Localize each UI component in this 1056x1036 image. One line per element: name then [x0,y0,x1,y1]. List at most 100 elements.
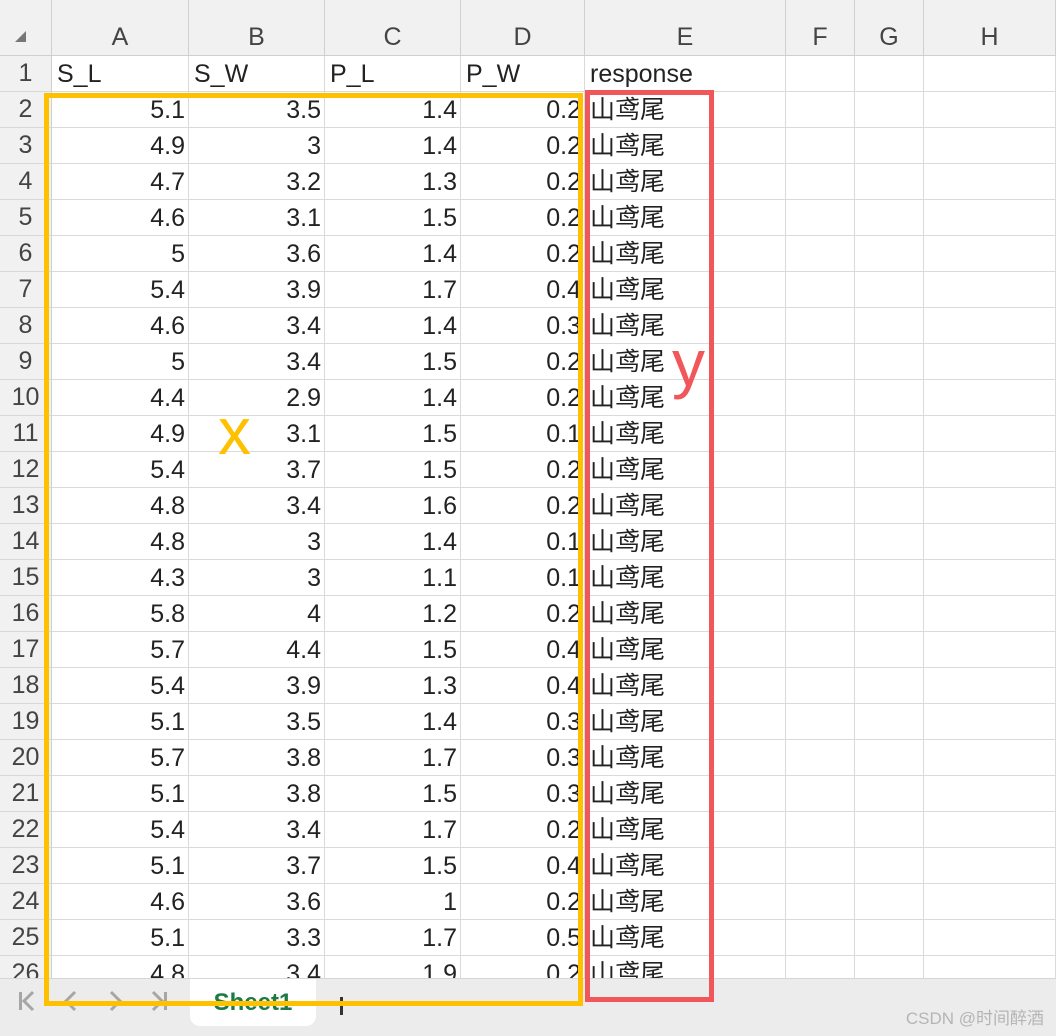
cell-e17[interactable]: 山鸢尾 [585,632,786,668]
row-header-7[interactable]: 7 [0,272,52,308]
cell-c23[interactable]: 1.5 [325,848,461,884]
cell-b2[interactable]: 3.5 [189,92,325,128]
row-header-12[interactable]: 12 [0,452,52,488]
cell-g9[interactable] [855,344,924,380]
row-header-14[interactable]: 14 [0,524,52,560]
row-header-1[interactable]: 1 [0,56,52,92]
cell-f5[interactable] [786,200,855,236]
cell-f24[interactable] [786,884,855,920]
header-cell-b[interactable]: S_W [189,56,325,92]
cell-d24[interactable]: 0.2 [461,884,585,920]
cell-f26[interactable] [786,956,855,978]
cell-a26[interactable]: 4.8 [52,956,189,978]
cell-a9[interactable]: 5 [52,344,189,380]
cell-h10[interactable] [924,380,1056,416]
row-header-23[interactable]: 23 [0,848,52,884]
cell-a3[interactable]: 4.9 [52,128,189,164]
cell-b17[interactable]: 4.4 [189,632,325,668]
cell-b3[interactable]: 3 [189,128,325,164]
cell-g16[interactable] [855,596,924,632]
cell-d11[interactable]: 0.1 [461,416,585,452]
cell-f11[interactable] [786,416,855,452]
cell-b10[interactable]: 2.9 [189,380,325,416]
cell-e19[interactable]: 山鸢尾 [585,704,786,740]
cell-e5[interactable]: 山鸢尾 [585,200,786,236]
column-header-e[interactable]: E [585,0,786,56]
cell-f21[interactable] [786,776,855,812]
cell-g25[interactable] [855,920,924,956]
cell-g17[interactable] [855,632,924,668]
cell-d3[interactable]: 0.2 [461,128,585,164]
cell-d26[interactable]: 0.2 [461,956,585,978]
cell-b14[interactable]: 3 [189,524,325,560]
cell-c15[interactable]: 1.1 [325,560,461,596]
cell-c19[interactable]: 1.4 [325,704,461,740]
row-header-17[interactable]: 17 [0,632,52,668]
row-header-18[interactable]: 18 [0,668,52,704]
next-sheet-icon[interactable] [102,989,128,1019]
cell-d19[interactable]: 0.3 [461,704,585,740]
cell-g10[interactable] [855,380,924,416]
cell-b15[interactable]: 3 [189,560,325,596]
cell-a16[interactable]: 5.8 [52,596,189,632]
cell-e21[interactable]: 山鸢尾 [585,776,786,812]
cell-h5[interactable] [924,200,1056,236]
cell-e16[interactable]: 山鸢尾 [585,596,786,632]
cell-f13[interactable] [786,488,855,524]
cell-g21[interactable] [855,776,924,812]
cell-a10[interactable]: 4.4 [52,380,189,416]
cell-d9[interactable]: 0.2 [461,344,585,380]
cell-c9[interactable]: 1.5 [325,344,461,380]
cell-b9[interactable]: 3.4 [189,344,325,380]
cell-g12[interactable] [855,452,924,488]
cell-f17[interactable] [786,632,855,668]
cell-h17[interactable] [924,632,1056,668]
cell-e20[interactable]: 山鸢尾 [585,740,786,776]
spreadsheet-grid[interactable]: A B C D E F G H 1 S_L S_W P_L P_W response 2 5.1 3.5 1.4 0… [0,0,1056,978]
row-header-19[interactable]: 19 [0,704,52,740]
cell-b25[interactable]: 3.3 [189,920,325,956]
cell-a24[interactable]: 4.6 [52,884,189,920]
cell-f8[interactable] [786,308,855,344]
cell-g13[interactable] [855,488,924,524]
cell-a11[interactable]: 4.9 [52,416,189,452]
cell-d20[interactable]: 0.3 [461,740,585,776]
cell-a19[interactable]: 5.1 [52,704,189,740]
cell-e3[interactable]: 山鸢尾 [585,128,786,164]
row-header-5[interactable]: 5 [0,200,52,236]
cell-b13[interactable]: 3.4 [189,488,325,524]
cell-f16[interactable] [786,596,855,632]
cell-e11[interactable]: 山鸢尾 [585,416,786,452]
add-sheet-icon[interactable] [334,993,348,1022]
cell-h6[interactable] [924,236,1056,272]
cell-g3[interactable] [855,128,924,164]
cell-h20[interactable] [924,740,1056,776]
cell-a4[interactable]: 4.7 [52,164,189,200]
cell-b7[interactable]: 3.9 [189,272,325,308]
cell-e13[interactable]: 山鸢尾 [585,488,786,524]
cell-a13[interactable]: 4.8 [52,488,189,524]
cell-c8[interactable]: 1.4 [325,308,461,344]
cell-g26[interactable] [855,956,924,978]
row-header-10[interactable]: 10 [0,380,52,416]
cell-f4[interactable] [786,164,855,200]
cell-c11[interactable]: 1.5 [325,416,461,452]
header-cell-f[interactable] [786,56,855,92]
cell-h19[interactable] [924,704,1056,740]
cell-e14[interactable]: 山鸢尾 [585,524,786,560]
cell-b26[interactable]: 3.4 [189,956,325,978]
row-header-8[interactable]: 8 [0,308,52,344]
cell-e4[interactable]: 山鸢尾 [585,164,786,200]
cell-f9[interactable] [786,344,855,380]
cell-c21[interactable]: 1.5 [325,776,461,812]
cell-e23[interactable]: 山鸢尾 [585,848,786,884]
cell-h12[interactable] [924,452,1056,488]
cell-b6[interactable]: 3.6 [189,236,325,272]
cell-b18[interactable]: 3.9 [189,668,325,704]
cell-h22[interactable] [924,812,1056,848]
cell-f2[interactable] [786,92,855,128]
cell-g15[interactable] [855,560,924,596]
cell-e26[interactable]: 山鸢尾 [585,956,786,978]
row-header-6[interactable]: 6 [0,236,52,272]
row-header-20[interactable]: 20 [0,740,52,776]
